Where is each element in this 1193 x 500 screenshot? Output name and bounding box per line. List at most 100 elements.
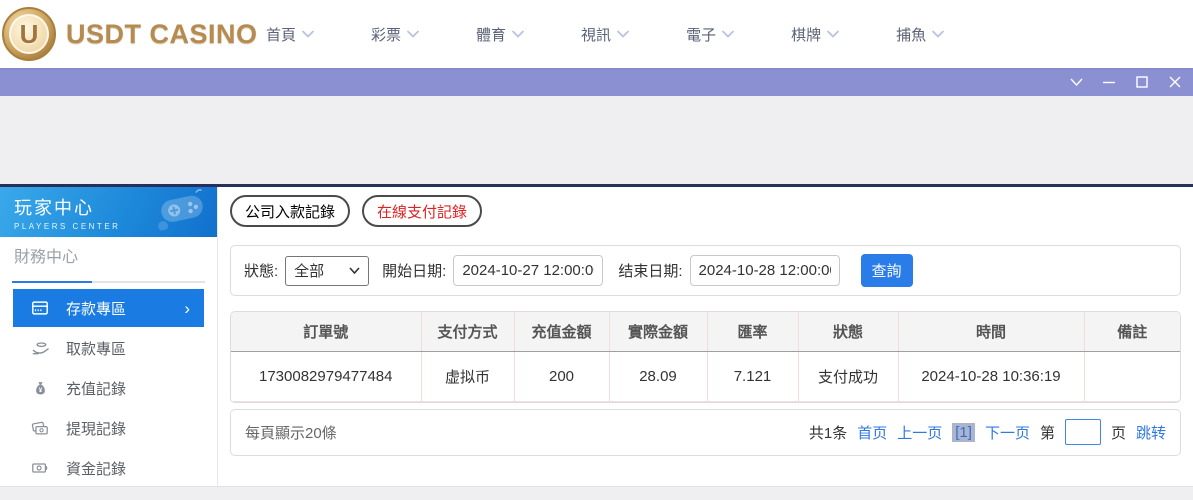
col-actual-amount: 實際金額 (609, 312, 708, 352)
table-header-row: 訂單號 支付方式 充值金額 實際金額 匯率 狀態 時間 備註 (231, 312, 1180, 352)
next-page-link[interactable]: 下一页 (985, 422, 1030, 443)
sidebar-item-withdrawal-records[interactable]: 提現記錄 (0, 408, 217, 448)
chevron-down-icon (932, 30, 944, 38)
nav-label: 彩票 (371, 26, 402, 44)
close-icon (1169, 76, 1181, 88)
section-underline (12, 281, 205, 283)
cell-actual-amount: 28.09 (609, 351, 708, 402)
nav-item-poker[interactable]: 棋牌 (791, 24, 839, 45)
logo[interactable]: U USDT CASINO (2, 7, 257, 61)
bank-card-icon (30, 299, 50, 317)
sidebar-item-label: 資金記錄 (66, 460, 127, 478)
sidebar-item-label: 提現記錄 (66, 420, 127, 438)
search-button[interactable]: 查詢 (860, 254, 913, 287)
cell-deposit-amount: 200 (514, 351, 610, 402)
main-nav: 首頁 彩票 體育 視訊 電子 棋牌 捕魚 (266, 24, 944, 45)
logo-coin-icon: U (2, 7, 56, 61)
sidebar-item-funds-records[interactable]: 資金記錄 (0, 448, 217, 486)
window-dropdown-button[interactable] (1068, 74, 1084, 90)
funds-coin-icon (30, 459, 50, 477)
col-payment-method: 支付方式 (421, 312, 515, 352)
footer-band (0, 486, 1193, 500)
sidebar-item-deposit[interactable]: 存款專區 › (13, 289, 204, 327)
sidebar-item-label: 取款專區 (66, 340, 127, 358)
chevron-down-icon (1069, 78, 1083, 87)
pagination-bar: 每頁顯示20條 共1条 首页 上一页 [1] 下一页 第 页 跳转 (230, 408, 1181, 456)
main-area: 玩家中心 PLAYERS CENTER 財務中心 存款專區 › 取款專區 ¥ 充… (0, 187, 1193, 486)
nav-label: 首頁 (266, 26, 297, 44)
record-tabs: 公司入款記錄 在線支付記錄 (230, 195, 1181, 227)
sidebar-section-title: 財務中心 (14, 249, 79, 266)
nav-item-sports[interactable]: 體育 (476, 24, 524, 45)
money-bag-icon: ¥ (30, 380, 50, 397)
col-order-number: 訂單號 (231, 312, 422, 352)
window-titlebar (0, 68, 1193, 96)
filter-bar: 狀態: 全部 開始日期: 结束日期: 查詢 (230, 245, 1181, 296)
col-remark: 備註 (1084, 312, 1180, 352)
window-close-button[interactable] (1167, 74, 1183, 90)
nav-label: 棋牌 (791, 26, 822, 44)
cell-payment-method: 虚拟币 (421, 351, 515, 402)
cell-remark (1084, 351, 1180, 402)
first-page-link[interactable]: 首页 (857, 422, 887, 443)
chevron-down-icon (617, 30, 629, 38)
hand-money-icon (30, 339, 50, 358)
cell-time: 2024-10-28 10:36:19 (898, 351, 1085, 402)
nav-label: 電子 (686, 26, 717, 44)
sidebar-item-recharge-records[interactable]: ¥ 充值記錄 (0, 368, 217, 408)
jump-prefix-label: 第 (1039, 424, 1055, 442)
sidebar-header: 玩家中心 PLAYERS CENTER (0, 187, 217, 237)
tab-online-payment-records[interactable]: 在線支付記錄 (362, 195, 483, 227)
start-date-input[interactable] (453, 255, 604, 286)
chevron-right-icon: › (184, 298, 190, 318)
nav-item-live[interactable]: 視訊 (581, 24, 629, 45)
nav-item-slots[interactable]: 電子 (686, 24, 734, 45)
logo-text: USDT CASINO (66, 18, 258, 49)
maximize-icon (1136, 76, 1148, 88)
cell-status: 支付成功 (798, 351, 899, 402)
cell-exchange-rate: 7.121 (707, 351, 799, 402)
jump-button[interactable]: 跳转 (1136, 422, 1166, 443)
sidebar: 玩家中心 PLAYERS CENTER 財務中心 存款專區 › 取款專區 ¥ 充… (0, 187, 218, 486)
col-exchange-rate: 匯率 (707, 312, 799, 352)
svg-text:¥: ¥ (38, 386, 42, 393)
total-count-text: 共1条 (808, 424, 848, 442)
chevron-down-icon (827, 30, 839, 38)
minimize-icon (1103, 81, 1115, 84)
start-date-label: 開始日期: (382, 263, 447, 280)
jump-page-input[interactable] (1064, 419, 1101, 445)
nav-item-home[interactable]: 首頁 (266, 24, 314, 45)
status-select[interactable]: 全部 (285, 255, 370, 286)
records-table: 訂單號 支付方式 充值金額 實際金額 匯率 狀態 時間 備註 173008297… (231, 312, 1180, 402)
records-table-container: 訂單號 支付方式 充值金額 實際金額 匯率 狀態 時間 備註 173008297… (230, 311, 1181, 403)
col-deposit-amount: 充值金額 (514, 312, 610, 352)
window-maximize-button[interactable] (1134, 74, 1150, 90)
chevron-down-icon (349, 267, 360, 274)
site-header: U USDT CASINO 首頁 彩票 體育 視訊 電子 棋牌 捕魚 (0, 0, 1193, 68)
chevron-down-icon (722, 30, 734, 38)
nav-item-fishing[interactable]: 捕魚 (896, 24, 944, 45)
content: 公司入款記錄 在線支付記錄 狀態: 全部 開始日期: 结束日期: 查詢 (218, 187, 1193, 486)
window-minimize-button[interactable] (1101, 74, 1117, 90)
sidebar-item-label: 存款專區 (66, 300, 127, 318)
tab-company-deposit-records[interactable]: 公司入款記錄 (230, 195, 351, 227)
end-date-input[interactable] (689, 255, 840, 286)
sidebar-item-withdraw[interactable]: 取款專區 (0, 328, 217, 368)
cash-notes-icon (30, 419, 50, 437)
jump-suffix-label: 页 (1110, 424, 1126, 442)
chevron-down-icon (512, 30, 524, 38)
nav-item-lottery[interactable]: 彩票 (371, 24, 419, 45)
end-date-label: 结束日期: (618, 263, 683, 280)
status-select-value: 全部 (294, 263, 325, 280)
col-status: 狀態 (798, 312, 899, 352)
pagination-controls: 共1条 首页 上一页 [1] 下一页 第 页 跳转 (809, 419, 1166, 445)
nav-label: 視訊 (581, 26, 612, 44)
logo-letter: U (19, 18, 39, 49)
prev-page-link[interactable]: 上一页 (897, 422, 942, 443)
page-size-text: 每頁顯示20條 (245, 424, 337, 442)
nav-label: 捕魚 (896, 26, 927, 44)
current-page-indicator: [1] (952, 422, 975, 442)
col-time: 時間 (898, 312, 1085, 352)
cell-order-number: 1730082979477484 (231, 351, 422, 402)
status-label: 狀態: (244, 263, 279, 280)
